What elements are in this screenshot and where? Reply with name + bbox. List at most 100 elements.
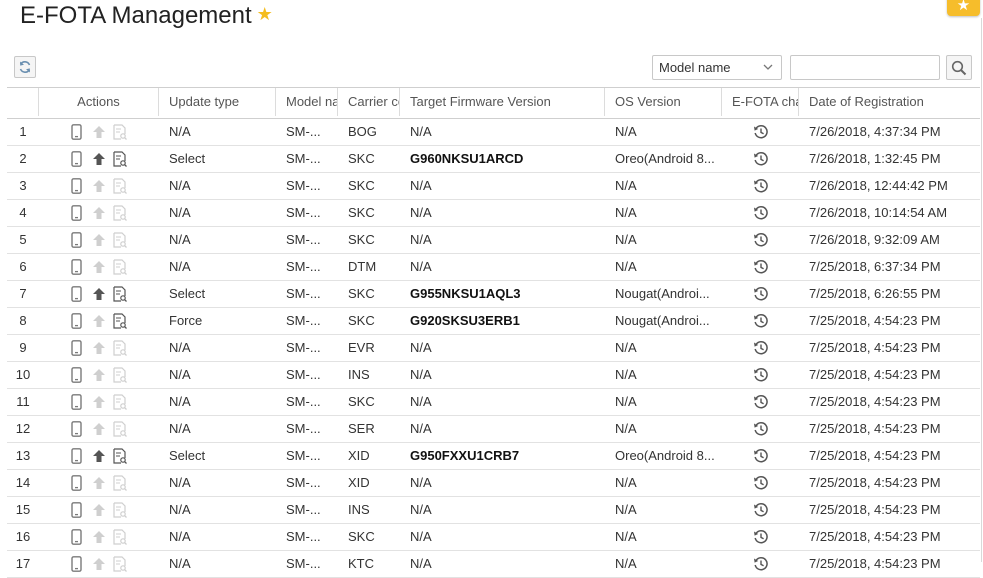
table-row[interactable]: 7 Select SM-... SKC G955NKSU1AQL3 Nougat(Andr… xyxy=(7,281,980,308)
report-search-icon[interactable] xyxy=(110,554,130,574)
history-clock-icon[interactable] xyxy=(751,230,771,250)
phone-icon[interactable] xyxy=(66,311,86,331)
table-row[interactable]: 14 N/A SM-... XID N/A N/A 7/25/2018, 4:54:23 P… xyxy=(7,470,980,497)
phone-icon[interactable] xyxy=(66,203,86,223)
report-search-icon[interactable] xyxy=(110,230,130,250)
upload-arrow-icon[interactable] xyxy=(89,176,109,196)
upload-arrow-icon[interactable] xyxy=(89,527,109,547)
phone-icon[interactable] xyxy=(66,446,86,466)
table-row[interactable]: 1 N/A SM-... BOG N/A N/A 7/26/2018, 4:37:34 PM xyxy=(7,119,980,146)
table-row[interactable]: 12 N/A SM-... SER N/A N/A 7/25/2018, 4:54:23 P… xyxy=(7,416,980,443)
upload-arrow-icon[interactable] xyxy=(89,203,109,223)
update-type-cell[interactable]: N/A xyxy=(159,335,276,360)
phone-icon[interactable] xyxy=(66,554,86,574)
history-clock-icon[interactable] xyxy=(751,500,771,520)
report-search-icon[interactable] xyxy=(110,338,130,358)
history-clock-icon[interactable] xyxy=(751,176,771,196)
phone-icon[interactable] xyxy=(66,122,86,142)
search-field-select[interactable]: Model name xyxy=(652,55,782,80)
report-search-icon[interactable] xyxy=(110,257,130,277)
history-clock-icon[interactable] xyxy=(751,203,771,223)
update-type-cell[interactable]: Select xyxy=(159,443,276,468)
report-search-icon[interactable] xyxy=(110,419,130,439)
report-search-icon[interactable] xyxy=(110,392,130,412)
update-type-cell[interactable]: N/A xyxy=(159,200,276,225)
upload-arrow-icon[interactable] xyxy=(89,446,109,466)
report-search-icon[interactable] xyxy=(110,500,130,520)
star-icon[interactable]: ★ xyxy=(257,4,273,25)
header-actions[interactable]: Actions xyxy=(39,88,159,116)
upload-arrow-icon[interactable] xyxy=(89,284,109,304)
report-search-icon[interactable] xyxy=(110,473,130,493)
report-search-icon[interactable] xyxy=(110,365,130,385)
history-clock-icon[interactable] xyxy=(751,473,771,493)
phone-icon[interactable] xyxy=(66,365,86,385)
phone-icon[interactable] xyxy=(66,230,86,250)
search-button[interactable] xyxy=(946,55,972,80)
table-row[interactable]: 16 N/A SM-... SKC N/A N/A 7/25/2018, 4:54:23 P… xyxy=(7,524,980,551)
table-row[interactable]: 17 N/A SM-... KTC N/A N/A 7/25/2018, 4:54:23 P… xyxy=(7,551,980,578)
report-search-icon[interactable] xyxy=(110,149,130,169)
table-row[interactable]: 13 Select SM-... XID G950FXXU1CRB7 Oreo(Andro… xyxy=(7,443,980,470)
search-input[interactable] xyxy=(790,55,940,80)
update-type-cell[interactable]: Force xyxy=(159,308,276,333)
table-row[interactable]: 4 N/A SM-... SKC N/A N/A 7/26/2018, 10:14:54 A… xyxy=(7,200,980,227)
table-row[interactable]: 5 N/A SM-... SKC N/A N/A 7/26/2018, 9:32:09 AM xyxy=(7,227,980,254)
history-clock-icon[interactable] xyxy=(751,122,771,142)
history-clock-icon[interactable] xyxy=(751,554,771,574)
upload-arrow-icon[interactable] xyxy=(89,311,109,331)
update-type-cell[interactable]: N/A xyxy=(159,254,276,279)
report-search-icon[interactable] xyxy=(110,527,130,547)
update-type-cell[interactable]: N/A xyxy=(159,389,276,414)
refresh-button[interactable] xyxy=(14,56,36,78)
update-type-cell[interactable]: Select xyxy=(159,281,276,306)
header-carrier-code[interactable]: Carrier code xyxy=(338,88,400,116)
phone-icon[interactable] xyxy=(66,473,86,493)
report-search-icon[interactable] xyxy=(110,446,130,466)
phone-icon[interactable] xyxy=(66,176,86,196)
history-clock-icon[interactable] xyxy=(751,284,771,304)
phone-icon[interactable] xyxy=(66,419,86,439)
header-model-name[interactable]: Model name xyxy=(276,88,338,116)
table-row[interactable]: 6 N/A SM-... DTM N/A N/A 7/25/2018, 6:37:34 PM xyxy=(7,254,980,281)
update-type-cell[interactable]: N/A xyxy=(159,362,276,387)
update-type-cell[interactable]: N/A xyxy=(159,416,276,441)
history-clock-icon[interactable] xyxy=(751,257,771,277)
history-clock-icon[interactable] xyxy=(751,311,771,331)
report-search-icon[interactable] xyxy=(110,203,130,223)
history-clock-icon[interactable] xyxy=(751,419,771,439)
update-type-cell[interactable]: N/A xyxy=(159,551,276,576)
report-search-icon[interactable] xyxy=(110,176,130,196)
upload-arrow-icon[interactable] xyxy=(89,338,109,358)
upload-arrow-icon[interactable] xyxy=(89,149,109,169)
favorites-tab[interactable]: ★ xyxy=(947,0,980,16)
history-clock-icon[interactable] xyxy=(751,365,771,385)
history-clock-icon[interactable] xyxy=(751,149,771,169)
table-row[interactable]: 9 N/A SM-... EVR N/A N/A 7/25/2018, 4:54:23 PM xyxy=(7,335,980,362)
table-row[interactable]: 10 N/A SM-... INS N/A N/A 7/25/2018, 4:54:23 P… xyxy=(7,362,980,389)
report-search-icon[interactable] xyxy=(110,122,130,142)
history-clock-icon[interactable] xyxy=(751,392,771,412)
report-search-icon[interactable] xyxy=(110,284,130,304)
table-row[interactable]: 2 Select SM-... SKC G960NKSU1ARCD Oreo(Androi… xyxy=(7,146,980,173)
phone-icon[interactable] xyxy=(66,527,86,547)
upload-arrow-icon[interactable] xyxy=(89,500,109,520)
upload-arrow-icon[interactable] xyxy=(89,122,109,142)
upload-arrow-icon[interactable] xyxy=(89,419,109,439)
header-update-type[interactable]: Update type xyxy=(159,88,276,116)
header-efota-change[interactable]: E-FOTA change history xyxy=(722,88,799,116)
history-clock-icon[interactable] xyxy=(751,338,771,358)
update-type-cell[interactable]: N/A xyxy=(159,497,276,522)
update-type-cell[interactable]: Select xyxy=(159,146,276,171)
phone-icon[interactable] xyxy=(66,149,86,169)
report-search-icon[interactable] xyxy=(110,311,130,331)
header-date-registration[interactable]: Date of Registration xyxy=(799,88,980,116)
upload-arrow-icon[interactable] xyxy=(89,473,109,493)
update-type-cell[interactable]: N/A xyxy=(159,470,276,495)
phone-icon[interactable] xyxy=(66,392,86,412)
update-type-cell[interactable]: N/A xyxy=(159,119,276,144)
header-os-version[interactable]: OS Version xyxy=(605,88,722,116)
upload-arrow-icon[interactable] xyxy=(89,365,109,385)
history-clock-icon[interactable] xyxy=(751,527,771,547)
phone-icon[interactable] xyxy=(66,338,86,358)
